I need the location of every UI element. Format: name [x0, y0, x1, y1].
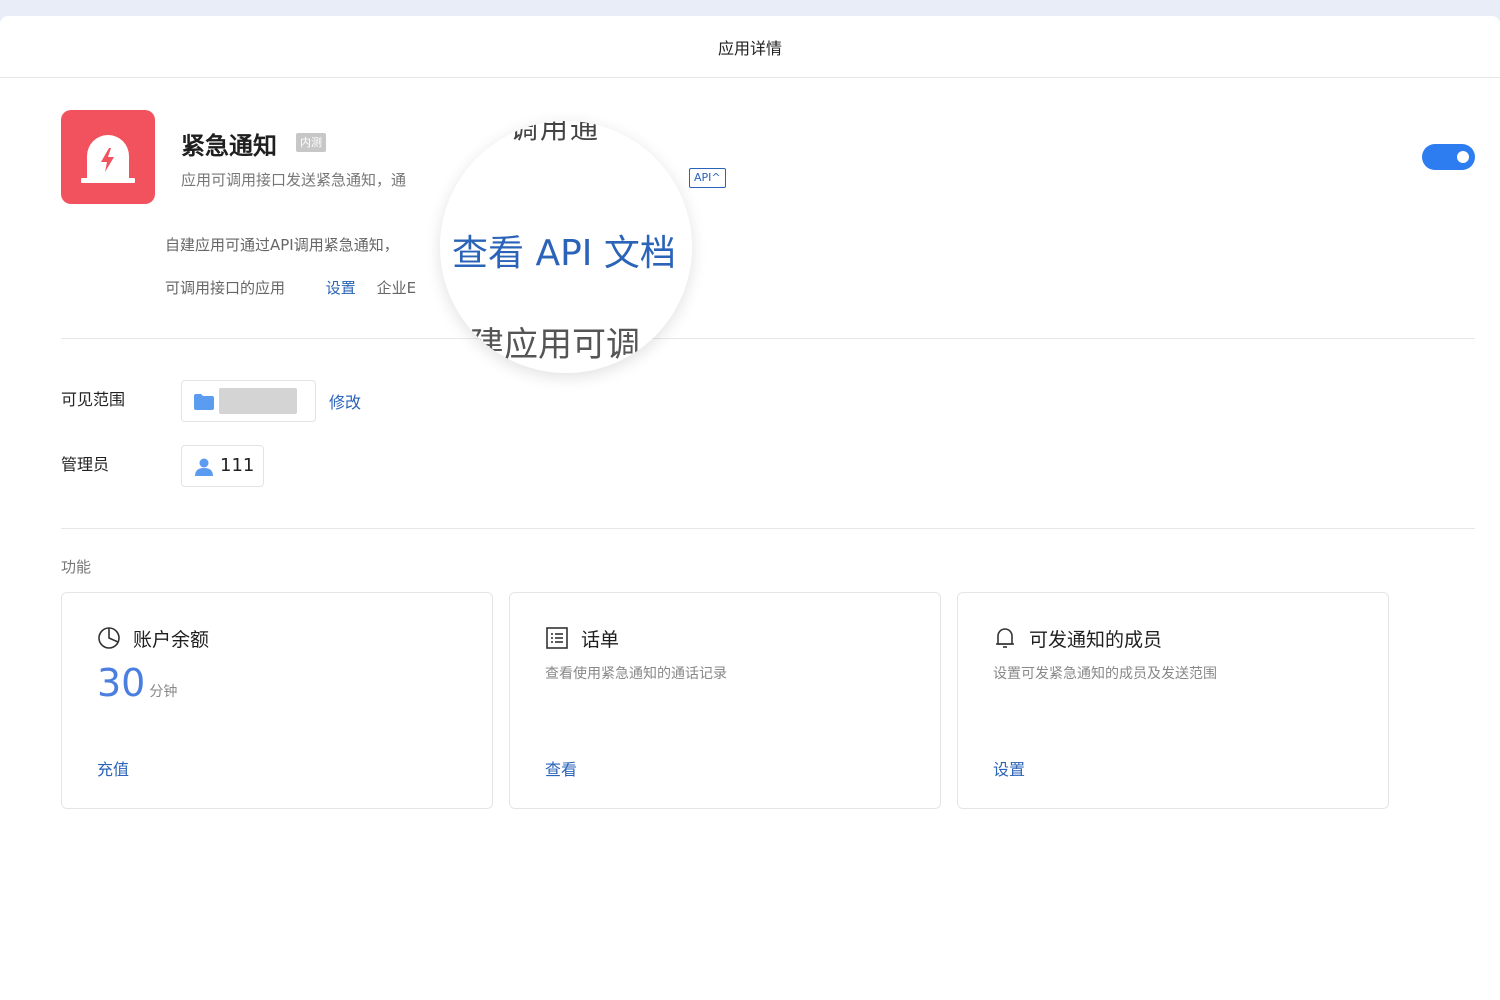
call-records-card: 话单 查看使用紧急通知的通话记录 查看: [509, 592, 941, 809]
folder-icon: [194, 394, 214, 410]
account-balance-card: 账户余额 30 分钟 充值: [61, 592, 493, 809]
window-title: 应用详情: [717, 38, 782, 58]
card-title: 可发通知的成员: [1029, 629, 1163, 651]
balance-value: 30: [97, 661, 146, 705]
balance-display: 30 分钟: [97, 661, 177, 705]
modify-visibility-link[interactable]: 修改: [329, 389, 361, 413]
view-api-docs-link[interactable]: 查看 API 文档: [452, 224, 676, 276]
magnifier-lens: 调用通 查看 API 文档 建应用可调: [440, 121, 692, 373]
app-enable-toggle[interactable]: [1422, 144, 1475, 170]
card-title: 账户余额: [133, 629, 210, 651]
api-badge[interactable]: API^: [689, 168, 726, 188]
user-icon: [195, 458, 213, 476]
beta-tag: 内测: [296, 133, 326, 152]
alarm-light-icon: [81, 135, 135, 183]
app-icon: [61, 110, 155, 204]
card-description: 设置可发紧急通知的成员及发送范围: [993, 666, 1217, 682]
recharge-link[interactable]: 充值: [97, 756, 129, 780]
visibility-scope-placeholder: [219, 388, 297, 414]
view-records-link[interactable]: 查看: [545, 756, 577, 780]
pie-chart-icon: [98, 627, 120, 649]
card-description: 查看使用紧急通知的通话记录: [545, 666, 727, 682]
magnifier-bottom-text: 建应用可调: [470, 325, 640, 365]
admin-name: 111: [220, 455, 255, 476]
divider: [61, 528, 1475, 529]
features-section-title: 功能: [61, 558, 92, 576]
app-description: 应用可调用接口发送紧急通知，通: [181, 171, 407, 189]
app-detail-window: 应用详情 紧急通知 内测 应用可调用接口发送紧急通知，通 API^ 自建应用可通…: [0, 16, 1500, 1000]
callable-apps-label: 可调用接口的应用: [165, 279, 286, 297]
visibility-scope-chip[interactable]: [181, 380, 316, 422]
api-info-line: 自建应用可通过API调用紧急通知，: [165, 236, 399, 254]
divider: [61, 338, 1475, 339]
list-icon: [546, 627, 568, 649]
app-name: 紧急通知: [181, 132, 277, 160]
magnifier-top-text: 调用通: [510, 121, 601, 145]
window-titlebar: 应用详情: [0, 16, 1500, 78]
bell-icon: [996, 628, 1014, 648]
callable-apps-settings-link[interactable]: 设置: [326, 279, 356, 297]
callable-apps-row: 可调用接口的应用 设置 企业E: [165, 277, 416, 298]
admin-label: 管理员: [61, 455, 110, 474]
enterprise-text: 企业E: [376, 279, 417, 297]
visibility-label: 可见范围: [61, 390, 126, 409]
toggle-knob: [1457, 151, 1469, 163]
balance-unit: 分钟: [149, 684, 178, 700]
admin-chip[interactable]: 111: [181, 445, 264, 487]
members-settings-link[interactable]: 设置: [993, 756, 1025, 780]
notify-members-card: 可发通知的成员 设置可发紧急通知的成员及发送范围 设置: [957, 592, 1389, 809]
card-title: 话单: [581, 629, 620, 651]
